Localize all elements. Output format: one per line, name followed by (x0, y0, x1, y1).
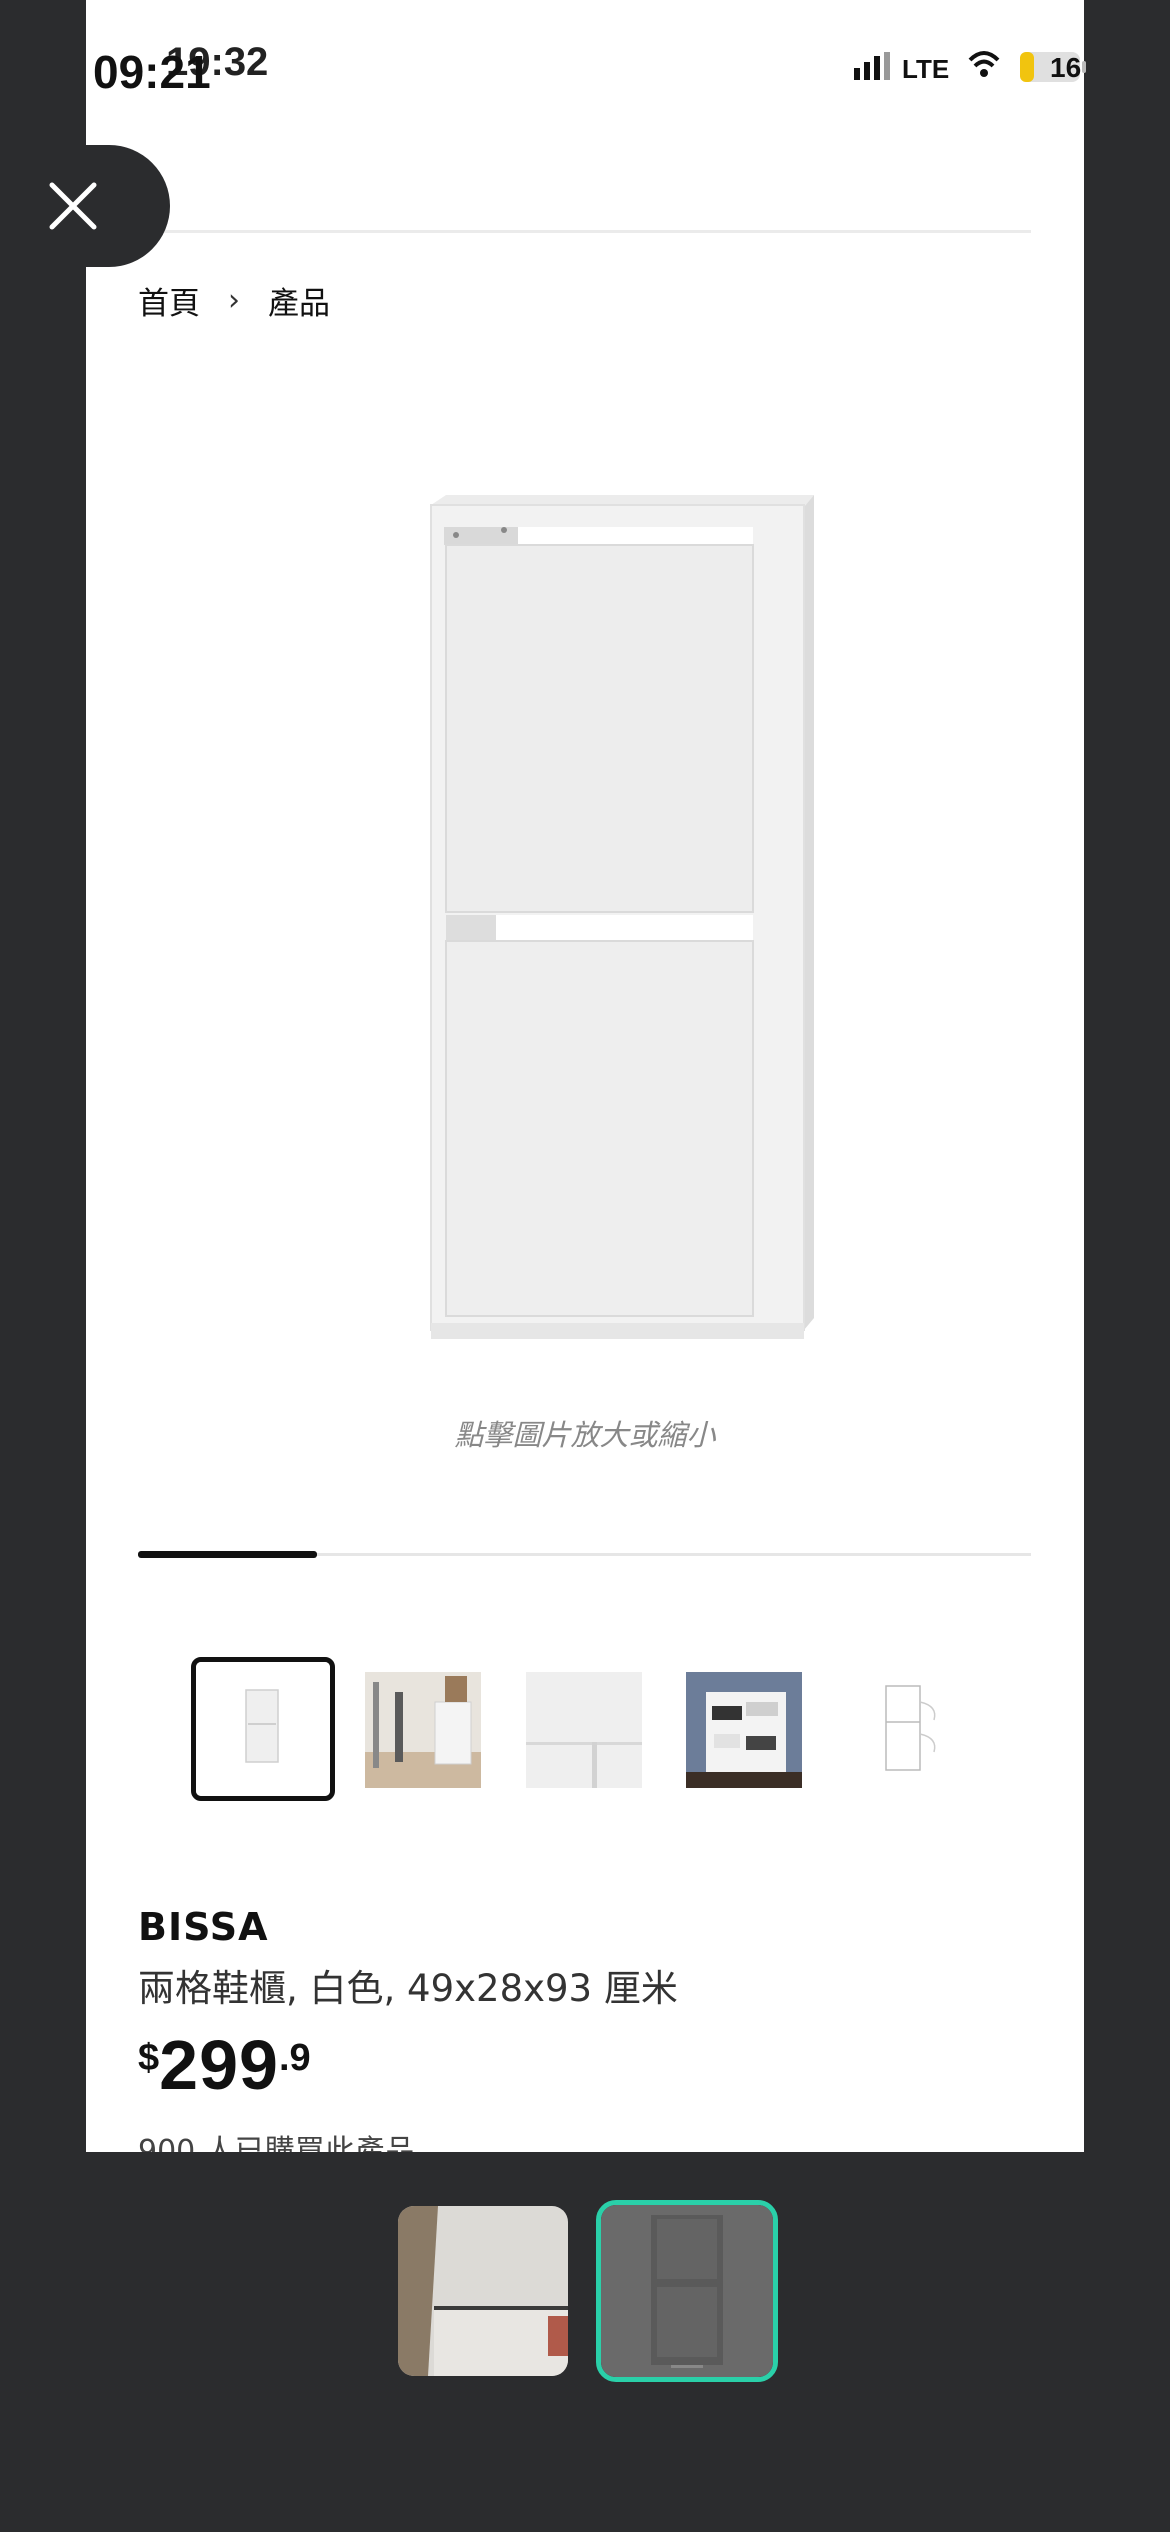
thumbnail-room-scene[interactable] (365, 1672, 481, 1788)
chevron-right-icon: › (228, 283, 240, 318)
product-description: 兩格鞋櫃, 白色, 49x28x93 厘米 (138, 1967, 678, 2010)
filmstrip-photo-1[interactable] (398, 2206, 568, 2376)
product-name: BISSA (138, 1905, 269, 1949)
thumbnail-detail-closeup[interactable] (526, 1672, 642, 1788)
product-main-image[interactable] (326, 475, 866, 1375)
filmstrip-photo-2-selected[interactable] (596, 2200, 778, 2382)
wifi-icon (968, 51, 1000, 77)
gallery-progress-fill (138, 1551, 317, 1558)
zoom-hint: 點擊圖片放大或縮小 (454, 1418, 716, 1452)
buyers-count: 900 人已購買此產品 (138, 2134, 415, 2152)
captured-page: 首頁 › 產品 點擊圖片放大或縮小 BISSA 兩格鞋櫃, 白色, 49x28x… (86, 0, 1084, 2152)
breadcrumb-home[interactable]: 首頁 (138, 278, 200, 323)
breadcrumb-current[interactable]: 產品 (268, 278, 330, 323)
status-time: 09:21 (93, 46, 211, 98)
network-label: LTE (902, 54, 949, 84)
screenshot-viewer: 首頁 › 產品 點擊圖片放大或縮小 BISSA 兩格鞋櫃, 白色, 49x28x… (0, 0, 1170, 2532)
thumbnail-shoe-cabinet-front[interactable] (191, 1657, 335, 1801)
close-button[interactable] (0, 145, 170, 267)
status-icons: LTE 16 (852, 46, 1112, 90)
breadcrumb: 首頁 › 產品 (138, 278, 330, 323)
price-main: 299 (159, 2026, 279, 2104)
product-price: $299.9 (138, 2025, 311, 2105)
close-icon (49, 182, 96, 230)
gallery-progress-track (138, 1551, 1031, 1558)
thumbnail-dimension-drawing[interactable] (846, 1672, 962, 1788)
battery-level: 16 (1050, 52, 1082, 83)
header-divider (138, 230, 1031, 233)
thumbnail-shoes-inside[interactable] (686, 1672, 802, 1788)
price-currency: $ (138, 2037, 160, 2079)
signal-icon (854, 52, 890, 80)
price-decimal: .9 (278, 2037, 311, 2079)
thumbnail-strip (191, 1657, 991, 1801)
